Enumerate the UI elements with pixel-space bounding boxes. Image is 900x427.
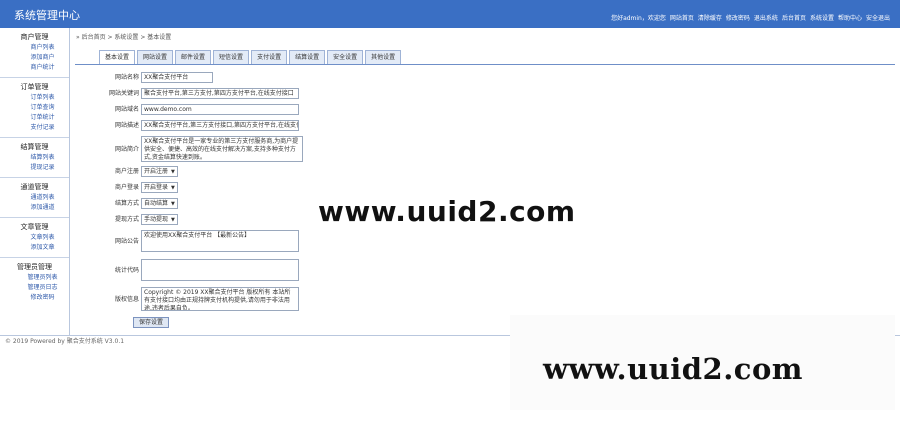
- withdraw-mode-value: 手动提现: [144, 216, 169, 223]
- sidebar-item[interactable]: 通道列表: [0, 193, 69, 203]
- tab-security[interactable]: 安全设置: [327, 50, 364, 64]
- top-links: 您好admin，欢迎您 网站首页 清除缓存 修改密码 退出系统 后台首页 系统设…: [611, 13, 890, 22]
- reg-open-value: 开启注册: [144, 168, 169, 175]
- description-label: 网站描述: [114, 122, 139, 129]
- sidebar-item[interactable]: 管理员列表: [0, 273, 69, 283]
- reg-open-select[interactable]: 开启注册 ▼: [141, 166, 178, 177]
- sidebar: 商户管理 商户列表 添加商户 商户统计 订单管理 订单列表 订单查询 订单统计 …: [0, 28, 70, 335]
- top-link-welcome: 您好admin，欢迎您: [611, 15, 666, 22]
- withdraw-mode-select[interactable]: 手动提现 ▼: [141, 214, 178, 225]
- settings-tabs: 基本设置 网站设置 邮件设置 短信设置 支付设置 结算设置 安全设置 其他设置: [99, 50, 402, 64]
- app-title: 系统管理中心: [14, 9, 80, 22]
- top-link-settings[interactable]: 系统设置: [810, 13, 834, 22]
- sidebar-item[interactable]: 修改密码: [0, 293, 69, 303]
- sidebar-group-title: 结算管理: [20, 143, 49, 151]
- tab-other[interactable]: 其他设置: [365, 50, 402, 64]
- top-link-safe-exit[interactable]: 安全退出: [866, 13, 890, 22]
- notice-textarea[interactable]: 欢迎使用XX聚合支付平台 【最新公告】: [141, 230, 299, 252]
- reg-open-label: 商户注册: [114, 168, 139, 175]
- top-link-logout[interactable]: 退出系统: [754, 13, 778, 22]
- sidebar-item[interactable]: 文章列表: [0, 233, 69, 243]
- chevron-down-icon: ▼: [171, 217, 175, 223]
- description-input[interactable]: XX聚合支付平台,第三方支付接口,第四方支付平台,在线支付: [141, 120, 299, 131]
- top-link-change-password[interactable]: 修改密码: [726, 13, 750, 22]
- tab-site[interactable]: 网站设置: [137, 50, 174, 64]
- stat-code-label: 统计代码: [114, 267, 139, 274]
- site-name-input[interactable]: XX聚合支付平台: [141, 72, 213, 83]
- sidebar-item[interactable]: 商户列表: [0, 43, 69, 53]
- save-button[interactable]: 保存设置: [133, 317, 170, 328]
- sidebar-item[interactable]: 添加商户: [0, 53, 69, 63]
- login-open-label: 商户登录: [114, 184, 139, 191]
- sidebar-item[interactable]: 添加文章: [0, 243, 69, 253]
- site-name-label: 网站名称: [114, 74, 139, 81]
- tab-sms[interactable]: 短信设置: [213, 50, 250, 64]
- sidebar-group-settlement: 结算管理 结算列表 提现记录: [0, 138, 69, 178]
- tab-payment[interactable]: 支付设置: [251, 50, 288, 64]
- sidebar-item[interactable]: 管理员日志: [0, 283, 69, 293]
- chevron-down-icon: ▼: [171, 169, 175, 175]
- top-link-admin-home[interactable]: 后台首页: [782, 13, 806, 22]
- settle-mode-label: 结算方式: [114, 200, 139, 207]
- sidebar-group-title: 文章管理: [20, 223, 49, 231]
- sidebar-group-admin: 管理员管理 管理员列表 管理员日志 修改密码: [0, 258, 69, 307]
- top-link-help[interactable]: 帮助中心: [838, 13, 862, 22]
- intro-label: 网站简介: [114, 146, 139, 153]
- intro-textarea[interactable]: XX聚合支付平台是一家专业的第三方支付服务商,为商户提供安全、便捷、高效的在线支…: [141, 136, 303, 162]
- sidebar-group-title: 管理员管理: [17, 263, 52, 271]
- login-open-value: 开启登录: [144, 184, 169, 191]
- top-bar: 系统管理中心 您好admin，欢迎您 网站首页 清除缓存 修改密码 退出系统 后…: [0, 0, 900, 28]
- sidebar-item[interactable]: 订单查询: [0, 103, 69, 113]
- sidebar-group-title: 通道管理: [20, 183, 49, 191]
- sidebar-item[interactable]: 添加通道: [0, 203, 69, 213]
- tab-mail[interactable]: 邮件设置: [175, 50, 212, 64]
- domain-input[interactable]: www.demo.com: [141, 104, 299, 115]
- keywords-label: 网站关键词: [108, 90, 139, 97]
- top-link-clear-cache[interactable]: 清除缓存: [698, 13, 722, 22]
- keywords-input[interactable]: 聚合支付平台,第三方支付,第四方支付平台,在线支付接口: [141, 88, 299, 99]
- login-open-select[interactable]: 开启登录 ▼: [141, 182, 178, 193]
- withdraw-mode-label: 提现方式: [114, 216, 139, 223]
- watermark-text: www.uuid2.com: [318, 195, 576, 228]
- settle-mode-select[interactable]: 自动结算 ▼: [141, 198, 178, 209]
- tab-divider: [75, 64, 895, 65]
- sidebar-item[interactable]: 商户统计: [0, 63, 69, 73]
- domain-label: 网站域名: [114, 106, 139, 113]
- sidebar-group-article: 文章管理 文章列表 添加文章: [0, 218, 69, 258]
- tab-basic[interactable]: 基本设置: [99, 50, 136, 64]
- sidebar-group-channel: 通道管理 通道列表 添加通道: [0, 178, 69, 218]
- sidebar-item[interactable]: 提现记录: [0, 163, 69, 173]
- sidebar-group-merchant: 商户管理 商户列表 添加商户 商户统计: [0, 28, 69, 78]
- tab-settlement[interactable]: 结算设置: [289, 50, 326, 64]
- chevron-down-icon: ▼: [171, 201, 175, 207]
- top-link-site-home[interactable]: 网站首页: [670, 13, 694, 22]
- sidebar-item[interactable]: 支付记录: [0, 123, 69, 133]
- sidebar-group-title: 订单管理: [20, 83, 49, 91]
- watermark-text: www.uuid2.com: [543, 352, 803, 386]
- sidebar-group-orders: 订单管理 订单列表 订单查询 订单统计 支付记录: [0, 78, 69, 138]
- copyright-label: 版权信息: [114, 296, 139, 303]
- sidebar-item[interactable]: 订单统计: [0, 113, 69, 123]
- chevron-down-icon: ▼: [171, 185, 175, 191]
- breadcrumb: » 后台首页 > 系统设置 > 基本设置: [76, 34, 172, 41]
- copyright-textarea[interactable]: Copyright © 2019 XX聚合支付平台 版权所有 本站所有支付接口均…: [141, 287, 299, 311]
- sidebar-group-title: 商户管理: [20, 33, 49, 41]
- settle-mode-value: 自动结算: [144, 200, 169, 207]
- stat-code-textarea[interactable]: [141, 259, 299, 281]
- notice-label: 网站公告: [114, 238, 139, 245]
- sidebar-item[interactable]: 订单列表: [0, 93, 69, 103]
- sidebar-item[interactable]: 结算列表: [0, 153, 69, 163]
